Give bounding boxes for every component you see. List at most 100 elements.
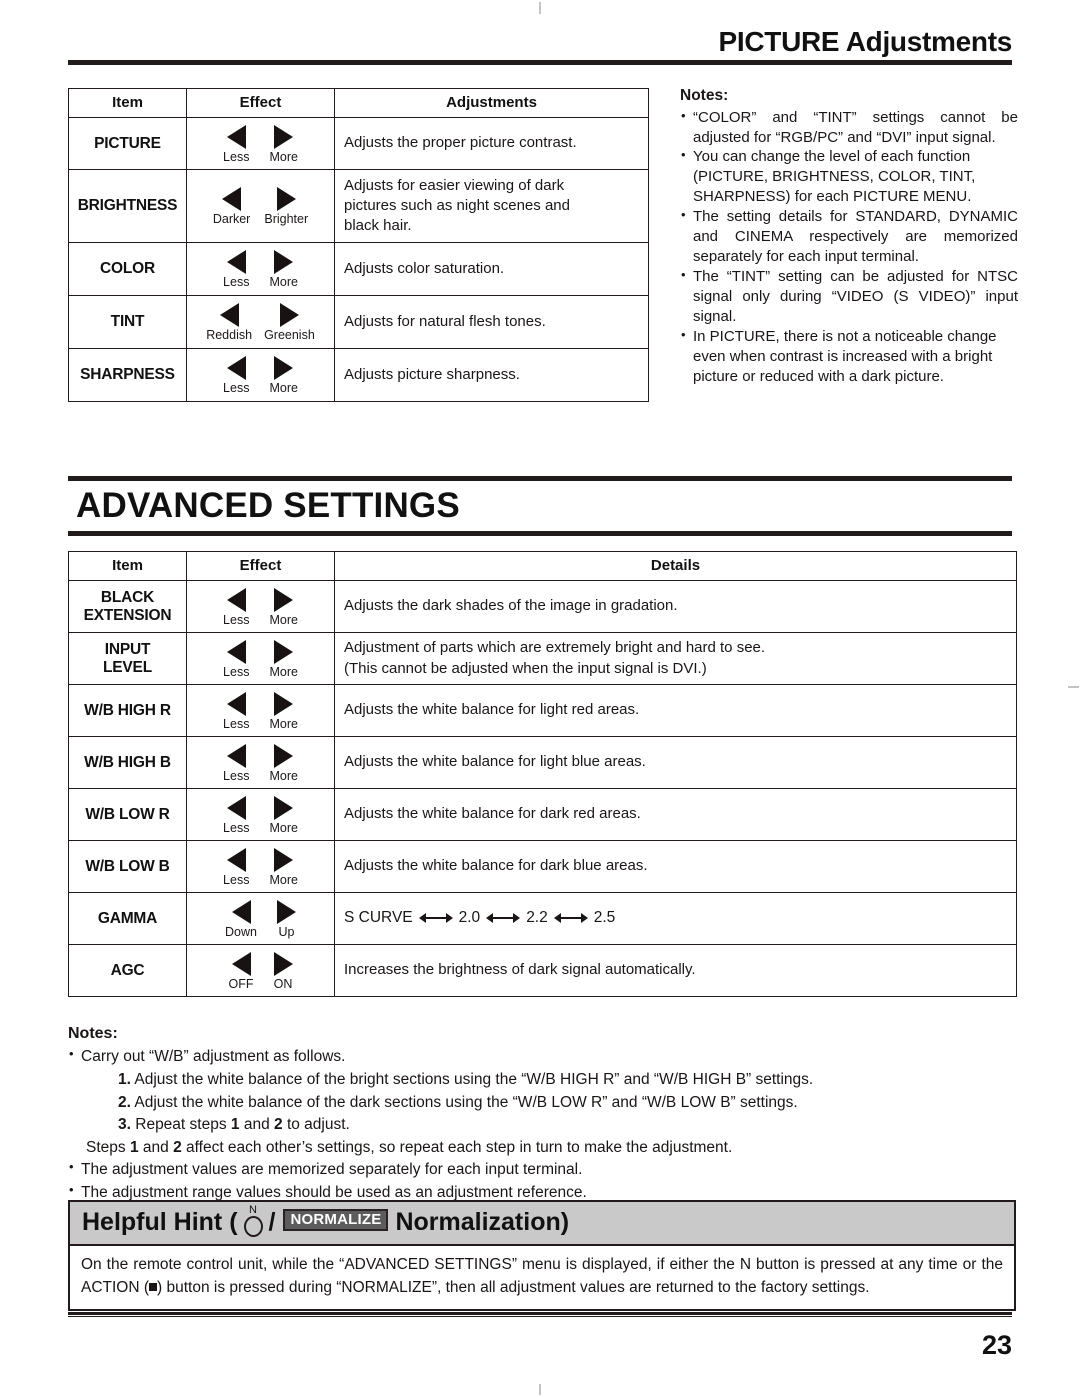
- circle-icon: [243, 1216, 263, 1237]
- effect-gamma: Down Up: [186, 892, 335, 945]
- effect-left-label: Less: [223, 664, 250, 679]
- step-ref: 2: [274, 1116, 283, 1134]
- step-text: Adjust the white balance of the dark sec…: [134, 1093, 798, 1111]
- right-arrow-icon: [274, 691, 294, 716]
- effect-right-label: More: [269, 612, 298, 627]
- effect-left-label: Darker: [212, 212, 251, 227]
- effect-left-label: Less: [223, 716, 250, 731]
- item-input-level: INPUT LEVEL: [68, 632, 187, 685]
- step-number: 3.: [118, 1116, 131, 1134]
- n-button-label: N: [249, 1204, 257, 1216]
- description-line: (This cannot be adjusted when the input …: [344, 659, 707, 677]
- table-row: W/B LOW R Less More Adjusts the white ba…: [68, 788, 1017, 841]
- effect-left-label: Less: [223, 768, 250, 783]
- effect-left-label: Less: [223, 612, 250, 627]
- step-number: 2.: [118, 1093, 131, 1111]
- table-row: INPUT LEVEL Less More Adjustment of part…: [68, 632, 1017, 685]
- item-tint: TINT: [68, 295, 187, 349]
- summary-text: and: [138, 1138, 174, 1156]
- hint-slash: /: [268, 1207, 276, 1236]
- item-sharpness: SHARPNESS: [68, 348, 187, 402]
- item-brightness: BRIGHTNESS: [68, 169, 187, 243]
- left-arrow-icon: [219, 303, 239, 328]
- effect-right-label: Up: [278, 924, 295, 939]
- left-arrow-icon: [231, 951, 251, 976]
- advanced-rule-bottom: [68, 531, 1012, 536]
- effect-right-label: More: [269, 716, 298, 731]
- effect-wb-high-b: Less More: [186, 736, 335, 789]
- table-header-row: Item Effect Adjustments: [68, 88, 649, 118]
- crop-mark-right: [1068, 686, 1079, 688]
- description-wb-low-r: Adjusts the white balance for dark red a…: [334, 788, 1017, 841]
- left-arrow-icon: [226, 124, 246, 149]
- item-gamma: GAMMA: [68, 892, 187, 945]
- step-item: 2. Adjust the white balance of the dark …: [118, 1092, 1016, 1115]
- effect-right-label: More: [269, 768, 298, 783]
- picture-notes-list: “COLOR” and “TINT” settings cannot be ad…: [680, 107, 1018, 387]
- effect-right-label: More: [269, 149, 298, 164]
- effect-brightness: Darker Brighter: [186, 169, 335, 243]
- left-arrow-icon: [226, 743, 246, 768]
- table-row: W/B HIGH R Less More Adjusts the white b…: [68, 684, 1017, 737]
- step-ref: 1: [230, 1116, 240, 1134]
- page-title: PICTURE Adjustments: [718, 26, 1012, 57]
- step-item: 3. Repeat steps 1 and 2 to adjust.: [118, 1114, 1016, 1137]
- right-arrow-icon: [274, 356, 294, 381]
- column-header-item: Item: [68, 551, 187, 581]
- summary-text: affect each other’s settings, so repeat …: [181, 1138, 733, 1156]
- table-row: AGC OFF ON Increases the brightness of d…: [68, 944, 1017, 997]
- effect-wb-low-r: Less More: [186, 788, 335, 841]
- effect-left-label: OFF: [228, 976, 254, 991]
- item-agc: AGC: [68, 944, 187, 997]
- item-wb-high-b: W/B HIGH B: [68, 736, 187, 789]
- step-number: 1.: [118, 1070, 131, 1088]
- column-header-item: Item: [68, 88, 187, 118]
- steps-summary: Steps 1 and 2 affect each other’s settin…: [68, 1137, 1016, 1160]
- description-line: pictures such as night scenes and: [344, 196, 570, 214]
- hint-suffix: Normalization): [395, 1207, 570, 1236]
- advanced-notes-list-2: The adjustment values are memorized sepa…: [68, 1159, 1016, 1204]
- step-text: and: [239, 1116, 275, 1134]
- effect-right-label: More: [269, 872, 298, 887]
- effect-wb-high-r: Less More: [186, 684, 335, 737]
- left-arrow-icon: [226, 795, 246, 820]
- description-input-level: Adjustment of parts which are extremely …: [334, 632, 1017, 685]
- crop-mark-top: [539, 2, 541, 14]
- effect-color: Less More: [186, 242, 335, 296]
- right-arrow-icon: [274, 124, 294, 149]
- effect-right-label: Brighter: [264, 212, 309, 227]
- item-line: BLACK: [100, 589, 155, 607]
- table-row: BRIGHTNESS Darker Brighter Adjusts for e…: [68, 169, 649, 243]
- note-item: The adjustment values are memorized sepa…: [68, 1159, 1016, 1182]
- effect-input-level: Less More: [186, 632, 335, 685]
- effect-picture: Less More: [186, 117, 335, 170]
- right-arrow-icon: [274, 847, 294, 872]
- gamma-value: S CURVE: [344, 909, 413, 927]
- description-gamma: S CURVE 2.0 2.2 2.5: [334, 892, 1017, 945]
- hint-prefix: Helpful Hint (: [82, 1207, 238, 1236]
- item-line: INPUT: [104, 641, 151, 659]
- description-wb-high-b: Adjusts the white balance for light blue…: [334, 736, 1017, 789]
- effect-black-extension: Less More: [186, 580, 335, 633]
- step-text: to adjust.: [282, 1116, 350, 1134]
- table-row: W/B HIGH B Less More Adjusts the white b…: [68, 736, 1017, 789]
- crop-mark-bottom: [539, 1384, 541, 1395]
- advanced-notes: Notes: Carry out “W/B” adjustment as fol…: [68, 1022, 1016, 1205]
- table-row: COLOR Less More Adjusts color saturation…: [68, 242, 649, 296]
- description-sharpness: Adjusts picture sharpness.: [334, 348, 649, 402]
- normalize-badge: NORMALIZE: [283, 1209, 389, 1231]
- effect-wb-low-b: Less More: [186, 840, 335, 893]
- note-item: Carry out “W/B” adjustment as follows.: [68, 1045, 1016, 1069]
- n-button-icon: N: [243, 1204, 263, 1237]
- right-arrow-icon: [274, 587, 294, 612]
- notes-heading: Notes:: [680, 87, 729, 104]
- footer-rule: [68, 1312, 1012, 1317]
- left-arrow-icon: [226, 691, 246, 716]
- right-arrow-icon: [274, 639, 294, 664]
- left-arrow-icon: [226, 356, 246, 381]
- page-number: 23: [981, 1330, 1012, 1360]
- section-heading-advanced: ADVANCED SETTINGS: [76, 486, 460, 525]
- item-wb-high-r: W/B HIGH R: [68, 684, 187, 737]
- summary-text: Steps: [86, 1138, 130, 1156]
- effect-left-label: Less: [223, 872, 250, 887]
